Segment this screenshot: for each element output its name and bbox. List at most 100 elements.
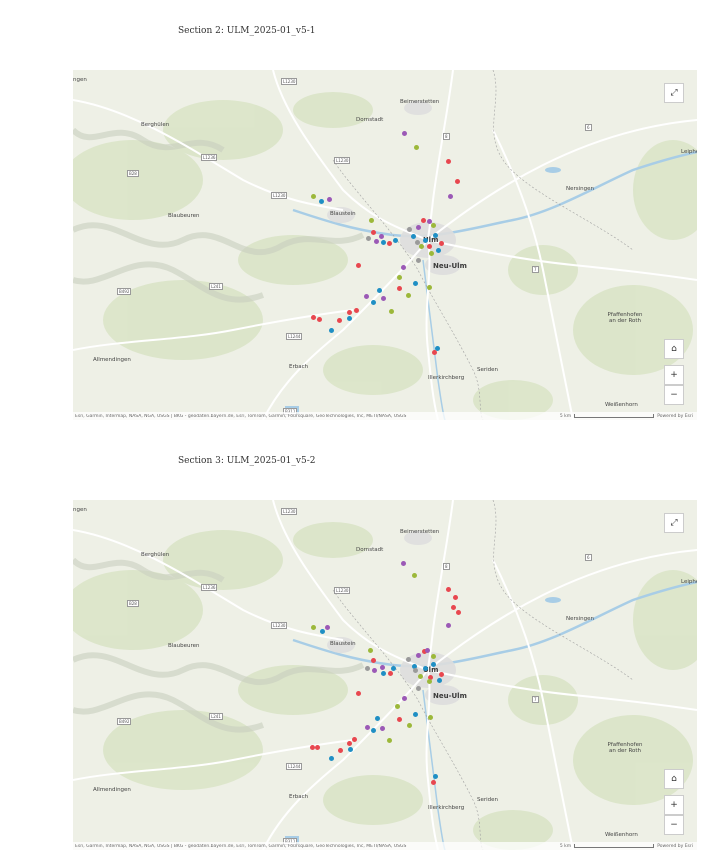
map-marker[interactable] [450,604,456,610]
map-marker[interactable] [314,744,320,750]
map-marker[interactable] [405,657,411,663]
map-marker[interactable] [388,308,394,314]
map-marker[interactable] [412,280,418,286]
map-marker[interactable] [396,717,402,723]
map-marker[interactable] [380,239,386,245]
map-marker[interactable] [426,243,432,249]
map-view[interactable]: Beimerstetten Dornstadt Berghülen Blaustein… [73,500,697,850]
zoom-out-button[interactable]: − [664,385,684,405]
map-marker[interactable] [413,144,419,150]
map-marker[interactable] [427,714,433,720]
map-marker[interactable] [430,654,436,660]
map-marker[interactable] [418,243,424,249]
map-marker[interactable] [430,780,436,786]
map-marker[interactable] [430,222,436,228]
map-marker[interactable] [309,745,315,751]
map-marker[interactable] [428,250,434,256]
zoom-in-button[interactable]: + [664,795,684,815]
map-marker[interactable] [337,747,343,753]
map-marker[interactable] [318,198,324,204]
map-marker[interactable] [431,349,437,355]
map-marker[interactable] [400,264,406,270]
map-marker[interactable] [438,672,444,678]
map-marker[interactable] [319,628,325,634]
map-marker[interactable] [336,317,342,323]
map-marker[interactable] [422,237,428,243]
zoom-in-button[interactable]: + [664,365,684,385]
road-shield: L1230 [281,508,298,515]
map-marker[interactable] [364,666,370,672]
map-marker[interactable] [447,193,453,199]
map-marker[interactable] [374,715,380,721]
map-marker[interactable] [415,257,421,263]
map-marker[interactable] [406,722,412,728]
map-marker[interactable] [326,196,332,202]
map-marker[interactable] [387,670,393,676]
powered-by-link[interactable]: Powered by Esri [657,844,693,849]
map-marker[interactable] [378,233,384,239]
map-marker[interactable] [346,309,352,315]
map-marker[interactable] [438,240,444,246]
map-marker[interactable] [432,232,438,238]
map-marker[interactable] [392,237,398,243]
map-marker[interactable] [390,665,396,671]
map-view[interactable]: Beimerstetten Dornstadt Berghülen Blaustein… [73,70,697,420]
map-marker[interactable] [368,217,374,223]
map-marker[interactable] [452,594,458,600]
map-marker[interactable] [310,314,316,320]
map-marker[interactable] [386,240,392,246]
map-marker[interactable] [432,773,438,779]
map-marker[interactable] [420,217,426,223]
map-marker[interactable] [396,285,402,291]
map-marker[interactable] [370,299,376,305]
map-marker[interactable] [316,316,322,322]
map-marker[interactable] [328,327,334,333]
map-marker[interactable] [417,674,423,680]
map-marker[interactable] [363,293,369,299]
map-place-label: Allmendingen [93,357,131,363]
expand-button[interactable]: ⤢ [664,83,684,103]
map-marker[interactable] [367,648,373,654]
map-marker[interactable] [406,226,412,232]
map-marker[interactable] [380,671,386,677]
map-marker[interactable] [380,295,386,301]
map-marker[interactable] [346,315,352,321]
map-marker[interactable] [324,624,330,630]
map-marker[interactable] [376,287,382,293]
road-shield: L241 [209,283,223,290]
map-marker[interactable] [426,284,432,290]
attribution-text[interactable]: Esri, Garmin, Intermap, NASA, NGA, USGS … [73,414,560,419]
home-icon: ⌂ [671,774,677,784]
map-marker[interactable] [436,677,442,683]
home-button[interactable]: ⌂ [664,339,684,359]
map-marker[interactable] [411,572,417,578]
home-button[interactable]: ⌂ [664,769,684,789]
map-marker[interactable] [346,741,352,747]
powered-by-link[interactable]: Powered by Esri [657,414,693,419]
map-marker[interactable] [412,667,418,673]
map-marker[interactable] [401,130,407,136]
map-marker[interactable] [412,712,418,718]
map-place-label: Illerkirchberg [428,375,465,381]
zoom-out-button[interactable]: − [664,815,684,835]
map-marker[interactable] [426,678,432,684]
map-marker[interactable] [396,274,402,280]
expand-button[interactable]: ⤢ [664,513,684,533]
map-marker[interactable] [365,235,371,241]
map-place-label: Erbach [289,364,309,370]
map-marker[interactable] [310,193,316,199]
map-marker[interactable] [310,625,316,631]
map-marker[interactable] [370,229,376,235]
attribution-text[interactable]: Esri, Garmin, Intermap, NASA, NGA, USGS … [73,844,560,849]
map-marker[interactable] [355,262,361,268]
map-marker[interactable] [445,158,451,164]
map-marker[interactable] [400,561,406,567]
map-marker[interactable] [415,224,421,230]
map-marker[interactable] [353,307,359,313]
map-marker[interactable] [410,233,416,239]
map-marker[interactable] [435,247,441,253]
map-marker[interactable] [405,292,411,298]
map-marker[interactable] [379,726,385,732]
map-marker[interactable] [454,178,460,184]
map-marker[interactable] [373,238,379,244]
